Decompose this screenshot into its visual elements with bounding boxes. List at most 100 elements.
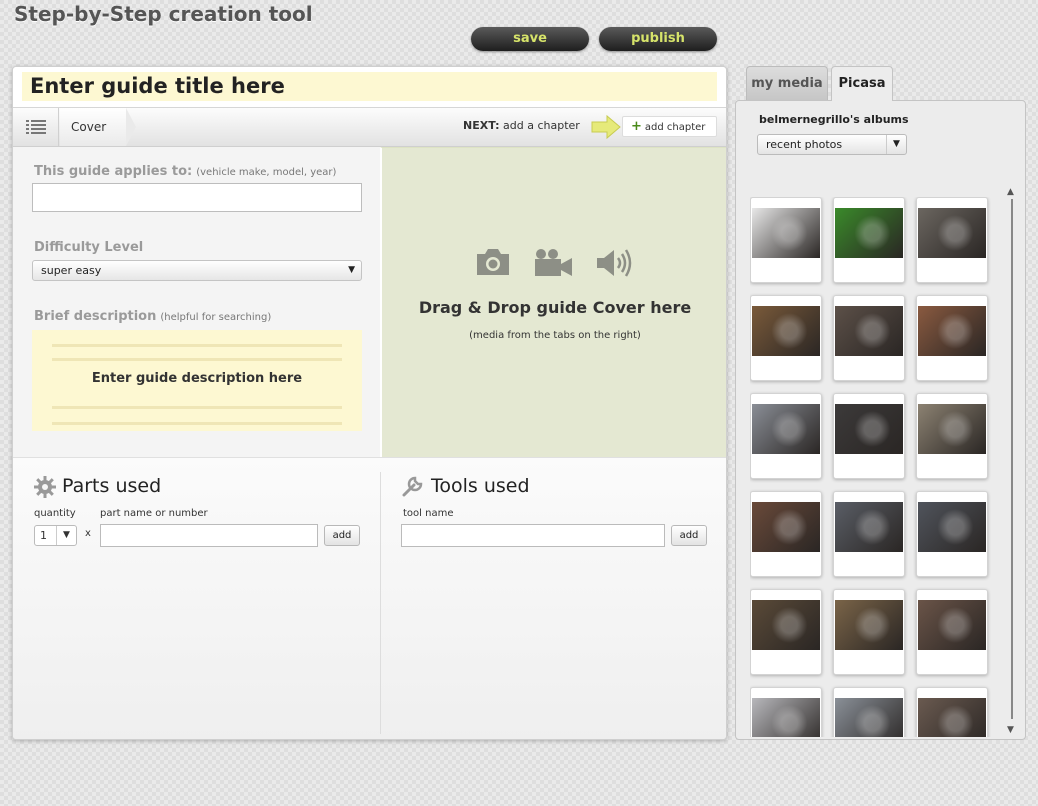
scroll-up-icon[interactable]: ▲ bbox=[1007, 187, 1014, 197]
photo-image bbox=[752, 208, 820, 258]
drop-zone-subtitle: (media from the tabs on the right) bbox=[469, 330, 641, 341]
add-part-button[interactable]: add bbox=[324, 525, 360, 546]
description-rule bbox=[52, 406, 342, 409]
part-name-input[interactable] bbox=[100, 524, 318, 547]
description-rule bbox=[52, 344, 342, 347]
add-chapter-button[interactable]: + add chapter bbox=[622, 116, 717, 137]
difficulty-select[interactable]: super easy ▼ bbox=[32, 260, 362, 281]
drop-zone-title: Drag & Drop guide Cover here bbox=[418, 298, 692, 317]
description-rule bbox=[52, 358, 342, 361]
wrench-icon bbox=[402, 476, 423, 497]
album-select[interactable]: recent photos ▼ bbox=[757, 134, 907, 155]
add-chapter-label: add chapter bbox=[644, 122, 706, 133]
applies-to-hint: (vehicle make, model, year) bbox=[196, 167, 337, 178]
photo-thumbnail[interactable] bbox=[916, 491, 988, 577]
guide-editor-panel: Enter guide title here Cover NEXT: add a… bbox=[12, 66, 727, 740]
title-row: Enter guide title here bbox=[13, 67, 726, 107]
album-selected-value: recent photos bbox=[766, 138, 843, 151]
next-prefix: NEXT: bbox=[463, 119, 500, 132]
add-tool-button[interactable]: add bbox=[671, 525, 707, 546]
photo-thumbnail[interactable] bbox=[750, 687, 822, 737]
quantity-label: quantity bbox=[34, 508, 76, 519]
caret-down-icon: ▼ bbox=[56, 526, 76, 545]
photo-thumbnail[interactable] bbox=[750, 197, 822, 283]
tab-my-media[interactable]: my media bbox=[746, 66, 828, 101]
next-hint: NEXT: add a chapter bbox=[463, 119, 580, 132]
section-divider bbox=[380, 472, 381, 734]
cover-drop-zone[interactable]: Drag & Drop guide Cover here (media from… bbox=[380, 147, 726, 457]
chapter-tab-cover[interactable]: Cover bbox=[60, 108, 136, 146]
photo-thumbnail[interactable] bbox=[833, 295, 905, 381]
multiplier-sign: x bbox=[85, 528, 91, 539]
tab-picasa[interactable]: Picasa bbox=[831, 66, 893, 101]
guide-details: This guide applies to: (vehicle make, mod… bbox=[13, 147, 380, 457]
speaker-icon bbox=[597, 249, 632, 277]
quantity-value: 1 bbox=[40, 529, 47, 542]
photo-thumbnail[interactable] bbox=[916, 393, 988, 479]
photo-thumbnail[interactable] bbox=[833, 197, 905, 283]
difficulty-label: Difficulty Level bbox=[34, 240, 144, 255]
description-rule bbox=[52, 422, 342, 425]
photo-image bbox=[835, 600, 903, 650]
caret-down-icon: ▼ bbox=[886, 135, 906, 154]
part-name-label: part name or number bbox=[100, 508, 208, 519]
tool-name-label: tool name bbox=[403, 508, 454, 519]
photo-image bbox=[752, 698, 820, 737]
gear-icon bbox=[34, 476, 56, 498]
caret-down-icon: ▼ bbox=[348, 265, 355, 275]
photo-thumbnail[interactable] bbox=[916, 197, 988, 283]
photo-thumbnail[interactable] bbox=[750, 295, 822, 381]
scroll-track[interactable] bbox=[1011, 199, 1013, 719]
chapter-list-button[interactable] bbox=[13, 108, 59, 146]
chapter-bar: Cover NEXT: add a chapter + add chapter bbox=[13, 107, 726, 147]
photo-image bbox=[918, 698, 986, 737]
tool-name-input[interactable] bbox=[401, 524, 665, 547]
photo-grid bbox=[750, 197, 1002, 737]
arrow-right-icon bbox=[591, 114, 621, 140]
photo-image bbox=[835, 306, 903, 356]
media-panel: belmernegrillo's albums recent photos ▼ … bbox=[735, 100, 1026, 740]
photo-image bbox=[918, 306, 986, 356]
guide-title-input[interactable]: Enter guide title here bbox=[22, 72, 717, 101]
media-type-icons bbox=[475, 248, 633, 278]
photo-thumbnail[interactable] bbox=[833, 589, 905, 675]
photo-image bbox=[835, 208, 903, 258]
quantity-select[interactable]: 1 ▼ bbox=[34, 525, 77, 546]
description-placeholder: Enter guide description here bbox=[91, 371, 303, 386]
list-icon bbox=[25, 120, 46, 134]
photo-image bbox=[752, 404, 820, 454]
photo-image bbox=[835, 698, 903, 737]
photo-thumbnail[interactable] bbox=[916, 589, 988, 675]
scroll-down-icon[interactable]: ▼ bbox=[1007, 725, 1014, 735]
photo-image bbox=[835, 404, 903, 454]
photo-thumbnail[interactable] bbox=[916, 687, 988, 737]
difficulty-value: super easy bbox=[41, 264, 102, 277]
photo-thumbnail[interactable] bbox=[750, 589, 822, 675]
photo-thumbnail[interactable] bbox=[750, 393, 822, 479]
photo-image bbox=[752, 306, 820, 356]
photo-thumbnail[interactable] bbox=[833, 687, 905, 737]
description-label-text: Brief description bbox=[34, 309, 157, 324]
tools-title: Tools used bbox=[431, 475, 530, 497]
photo-thumbnail[interactable] bbox=[833, 491, 905, 577]
photo-thumbnail[interactable] bbox=[750, 491, 822, 577]
photo-grid-scrollbar[interactable]: ▲ ▼ bbox=[1006, 187, 1018, 735]
plus-icon: + bbox=[631, 119, 642, 134]
app-title: Step-by-Step creation tool bbox=[14, 2, 313, 26]
next-text: add a chapter bbox=[503, 119, 580, 132]
photo-thumbnail[interactable] bbox=[833, 393, 905, 479]
photo-image bbox=[918, 404, 986, 454]
publish-button[interactable]: publish bbox=[599, 27, 717, 51]
save-button[interactable]: save bbox=[471, 27, 589, 51]
camera-icon bbox=[477, 249, 509, 275]
photo-image bbox=[918, 208, 986, 258]
applies-to-input[interactable] bbox=[32, 183, 362, 212]
photo-image bbox=[835, 502, 903, 552]
photo-thumbnail[interactable] bbox=[916, 295, 988, 381]
description-label: Brief description (helpful for searching) bbox=[34, 309, 271, 324]
description-hint: (helpful for searching) bbox=[160, 312, 272, 323]
applies-to-label: This guide applies to: (vehicle make, mod… bbox=[34, 164, 336, 179]
description-input[interactable]: Enter guide description here bbox=[32, 330, 362, 431]
applies-to-label-text: This guide applies to: bbox=[34, 164, 193, 179]
photo-image bbox=[918, 502, 986, 552]
